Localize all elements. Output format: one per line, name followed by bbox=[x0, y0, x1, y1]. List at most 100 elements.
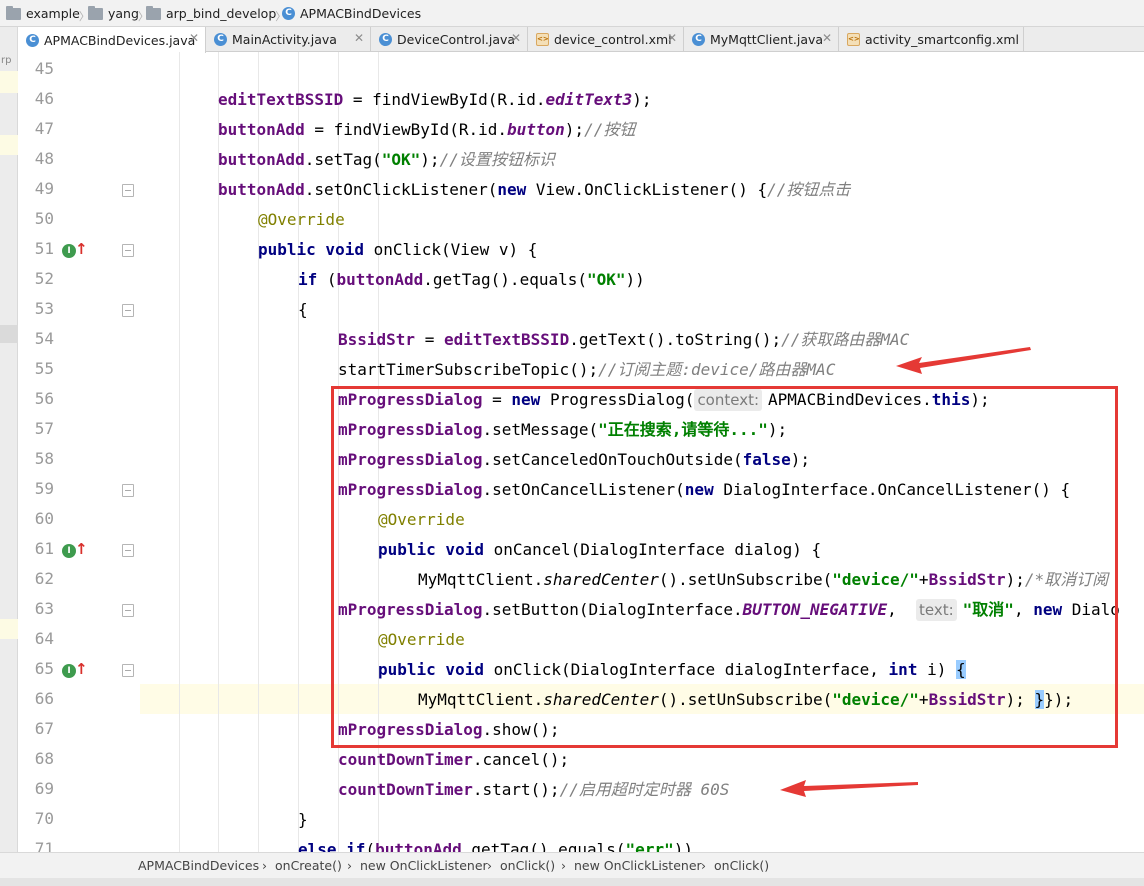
breadcrumb-item-example[interactable]: example 〉 bbox=[6, 0, 90, 27]
structure-crumb[interactable]: onCreate() bbox=[275, 858, 342, 873]
code-line[interactable]: startTimerSubscribeTopic();//订阅主题:device… bbox=[338, 355, 835, 385]
code-line[interactable]: @Override bbox=[378, 625, 465, 655]
code-line[interactable]: MyMqttClient.sharedCenter().setUnSubscri… bbox=[418, 565, 1108, 595]
code-line[interactable]: @Override bbox=[258, 205, 345, 235]
line-number[interactable]: 57 bbox=[18, 419, 54, 438]
implements-method-icon[interactable]: I ↑ bbox=[62, 540, 88, 559]
editor-gutter[interactable]: 45 46 47 48 49 50 51 I ↑ 52 53 54 55 56 57 58 59 60 61 I ↑ 62… bbox=[18, 52, 140, 861]
code-text: ); bbox=[1005, 570, 1025, 589]
line-number[interactable]: 46 bbox=[18, 89, 54, 108]
line-number[interactable]: 54 bbox=[18, 329, 54, 348]
code-line[interactable]: buttonAdd.setOnClickListener(new View.On… bbox=[218, 175, 850, 205]
line-number[interactable]: 67 bbox=[18, 719, 54, 738]
structure-crumb[interactable]: onClick() bbox=[714, 858, 769, 873]
line-number[interactable]: 48 bbox=[18, 149, 54, 168]
code-editor[interactable]: editTextBSSID = findViewById(R.id.editTe… bbox=[140, 52, 1144, 861]
tab-activity-smartconfig-xml[interactable]: <> activity_smartconfig.xml bbox=[839, 27, 1024, 52]
code-static-field: editText3 bbox=[545, 90, 633, 109]
code-field: buttonAdd bbox=[336, 270, 424, 289]
line-number[interactable]: 61 bbox=[18, 539, 54, 558]
code-line[interactable]: @Override bbox=[378, 505, 465, 535]
line-number[interactable]: 68 bbox=[18, 749, 54, 768]
code-line[interactable]: mProgressDialog.setButton(DialogInterfac… bbox=[338, 595, 1120, 625]
line-number[interactable]: 59 bbox=[18, 479, 54, 498]
fold-marker-icon[interactable] bbox=[122, 664, 134, 677]
code-line[interactable]: public void onClick(DialogInterface dial… bbox=[378, 655, 966, 685]
line-number[interactable]: 65 bbox=[18, 659, 54, 678]
structure-crumb[interactable]: new OnClickListener bbox=[574, 858, 702, 873]
implements-method-icon[interactable]: I ↑ bbox=[62, 660, 88, 679]
line-number[interactable]: 49 bbox=[18, 179, 54, 198]
structure-crumb[interactable]: onClick() bbox=[500, 858, 555, 873]
line-number[interactable]: 51 bbox=[18, 239, 54, 258]
chevron-right-icon: › bbox=[701, 858, 706, 873]
line-number[interactable]: 53 bbox=[18, 299, 54, 318]
code-line[interactable]: editTextBSSID = findViewById(R.id.editTe… bbox=[218, 85, 652, 115]
structure-crumb[interactable]: new OnClickListener bbox=[360, 858, 488, 873]
line-number[interactable]: 66 bbox=[18, 689, 54, 708]
code-annotation: @Override bbox=[378, 630, 465, 649]
close-icon[interactable]: ✕ bbox=[189, 31, 199, 45]
fold-marker-icon[interactable] bbox=[122, 184, 134, 197]
line-number[interactable]: 63 bbox=[18, 599, 54, 618]
structure-crumb[interactable]: APMACBindDevices bbox=[138, 858, 259, 873]
code-line[interactable]: buttonAdd.setTag("OK");//设置按钮标识 bbox=[218, 145, 555, 175]
fold-marker-icon[interactable] bbox=[122, 244, 134, 257]
code-comment: //订阅主题:device/路由器MAC bbox=[598, 360, 836, 379]
tab-mainactivity[interactable]: C MainActivity.java ✕ bbox=[206, 27, 371, 52]
line-number[interactable]: 55 bbox=[18, 359, 54, 378]
tab-device-control-xml[interactable]: <> device_control.xml ✕ bbox=[528, 27, 684, 52]
code-line[interactable]: mProgressDialog.setMessage("正在搜索,请等待..."… bbox=[338, 415, 787, 445]
code-text: ); bbox=[790, 450, 811, 469]
code-line[interactable]: { bbox=[298, 295, 308, 325]
close-icon[interactable]: ✕ bbox=[822, 31, 832, 45]
line-number[interactable]: 56 bbox=[18, 389, 54, 408]
line-number[interactable]: 50 bbox=[18, 209, 54, 228]
code-text: .setOnClickListener( bbox=[304, 180, 498, 199]
chevron-right-icon: › bbox=[561, 858, 566, 873]
breadcrumb-item-yang[interactable]: yang 〉 bbox=[88, 0, 149, 27]
arrow-up-icon: ↑ bbox=[75, 660, 88, 678]
code-line[interactable]: buttonAdd = findViewById(R.id.button);//… bbox=[218, 115, 635, 145]
code-line[interactable]: public void onCancel(DialogInterface dia… bbox=[378, 535, 821, 565]
chevron-right-icon: › bbox=[487, 858, 492, 873]
tab-apmacbinddevices[interactable]: C APMACBindDevices.java ✕ bbox=[18, 27, 206, 53]
code-line[interactable]: BssidStr = editTextBSSID.getText().toStr… bbox=[338, 325, 909, 355]
tab-mymqttclient[interactable]: C MyMqttClient.java ✕ bbox=[684, 27, 839, 52]
code-line[interactable]: mProgressDialog.show(); bbox=[338, 715, 560, 745]
close-icon[interactable]: ✕ bbox=[511, 31, 521, 45]
line-number[interactable]: 45 bbox=[18, 59, 54, 78]
tab-label: MyMqttClient.java bbox=[710, 32, 824, 47]
breadcrumb-item-arp-bind-develop[interactable]: arp_bind_develop 〉 bbox=[146, 0, 286, 27]
code-line[interactable]: } bbox=[298, 805, 308, 835]
line-number[interactable]: 64 bbox=[18, 629, 54, 648]
fold-marker-icon[interactable] bbox=[122, 604, 134, 617]
code-line[interactable]: mProgressDialog.setCanceledOnTouchOutsid… bbox=[338, 445, 810, 475]
code-static-field: BUTTON_NEGATIVE bbox=[742, 600, 888, 619]
project-tool-strip[interactable]: rp bbox=[0, 27, 18, 861]
close-icon[interactable]: ✕ bbox=[667, 31, 677, 45]
code-line[interactable]: countDownTimer.cancel(); bbox=[338, 745, 569, 775]
line-number[interactable]: 58 bbox=[18, 449, 54, 468]
line-number[interactable]: 62 bbox=[18, 569, 54, 588]
line-number[interactable]: 69 bbox=[18, 779, 54, 798]
code-line[interactable]: countDownTimer.start();//启用超时定时器 60S bbox=[338, 775, 729, 805]
code-line[interactable]: mProgressDialog = new ProgressDialog(con… bbox=[338, 385, 990, 415]
tab-devicecontrol[interactable]: C DeviceControl.java ✕ bbox=[371, 27, 528, 52]
implements-method-icon[interactable]: I ↑ bbox=[62, 240, 88, 259]
code-line[interactable]: mProgressDialog.setOnCancelListener(new … bbox=[338, 475, 1070, 505]
breadcrumb-item-class[interactable]: C APMACBindDevices bbox=[282, 0, 421, 27]
fold-marker-icon[interactable] bbox=[122, 544, 134, 557]
line-number[interactable]: 52 bbox=[18, 269, 54, 288]
code-comment: //设置按钮标识 bbox=[439, 150, 555, 169]
line-number[interactable]: 70 bbox=[18, 809, 54, 828]
code-line[interactable]: if (buttonAdd.getTag().equals("OK")) bbox=[298, 265, 645, 295]
code-line[interactable]: public void onClick(View v) { bbox=[258, 235, 537, 265]
code-line[interactable]: MyMqttClient.sharedCenter().setUnSubscri… bbox=[418, 685, 1073, 715]
line-number[interactable]: 47 bbox=[18, 119, 54, 138]
line-number[interactable]: 60 bbox=[18, 509, 54, 528]
fold-marker-icon[interactable] bbox=[122, 304, 134, 317]
fold-marker-icon[interactable] bbox=[122, 484, 134, 497]
code-keyword: public void bbox=[378, 540, 484, 559]
close-icon[interactable]: ✕ bbox=[354, 31, 364, 45]
